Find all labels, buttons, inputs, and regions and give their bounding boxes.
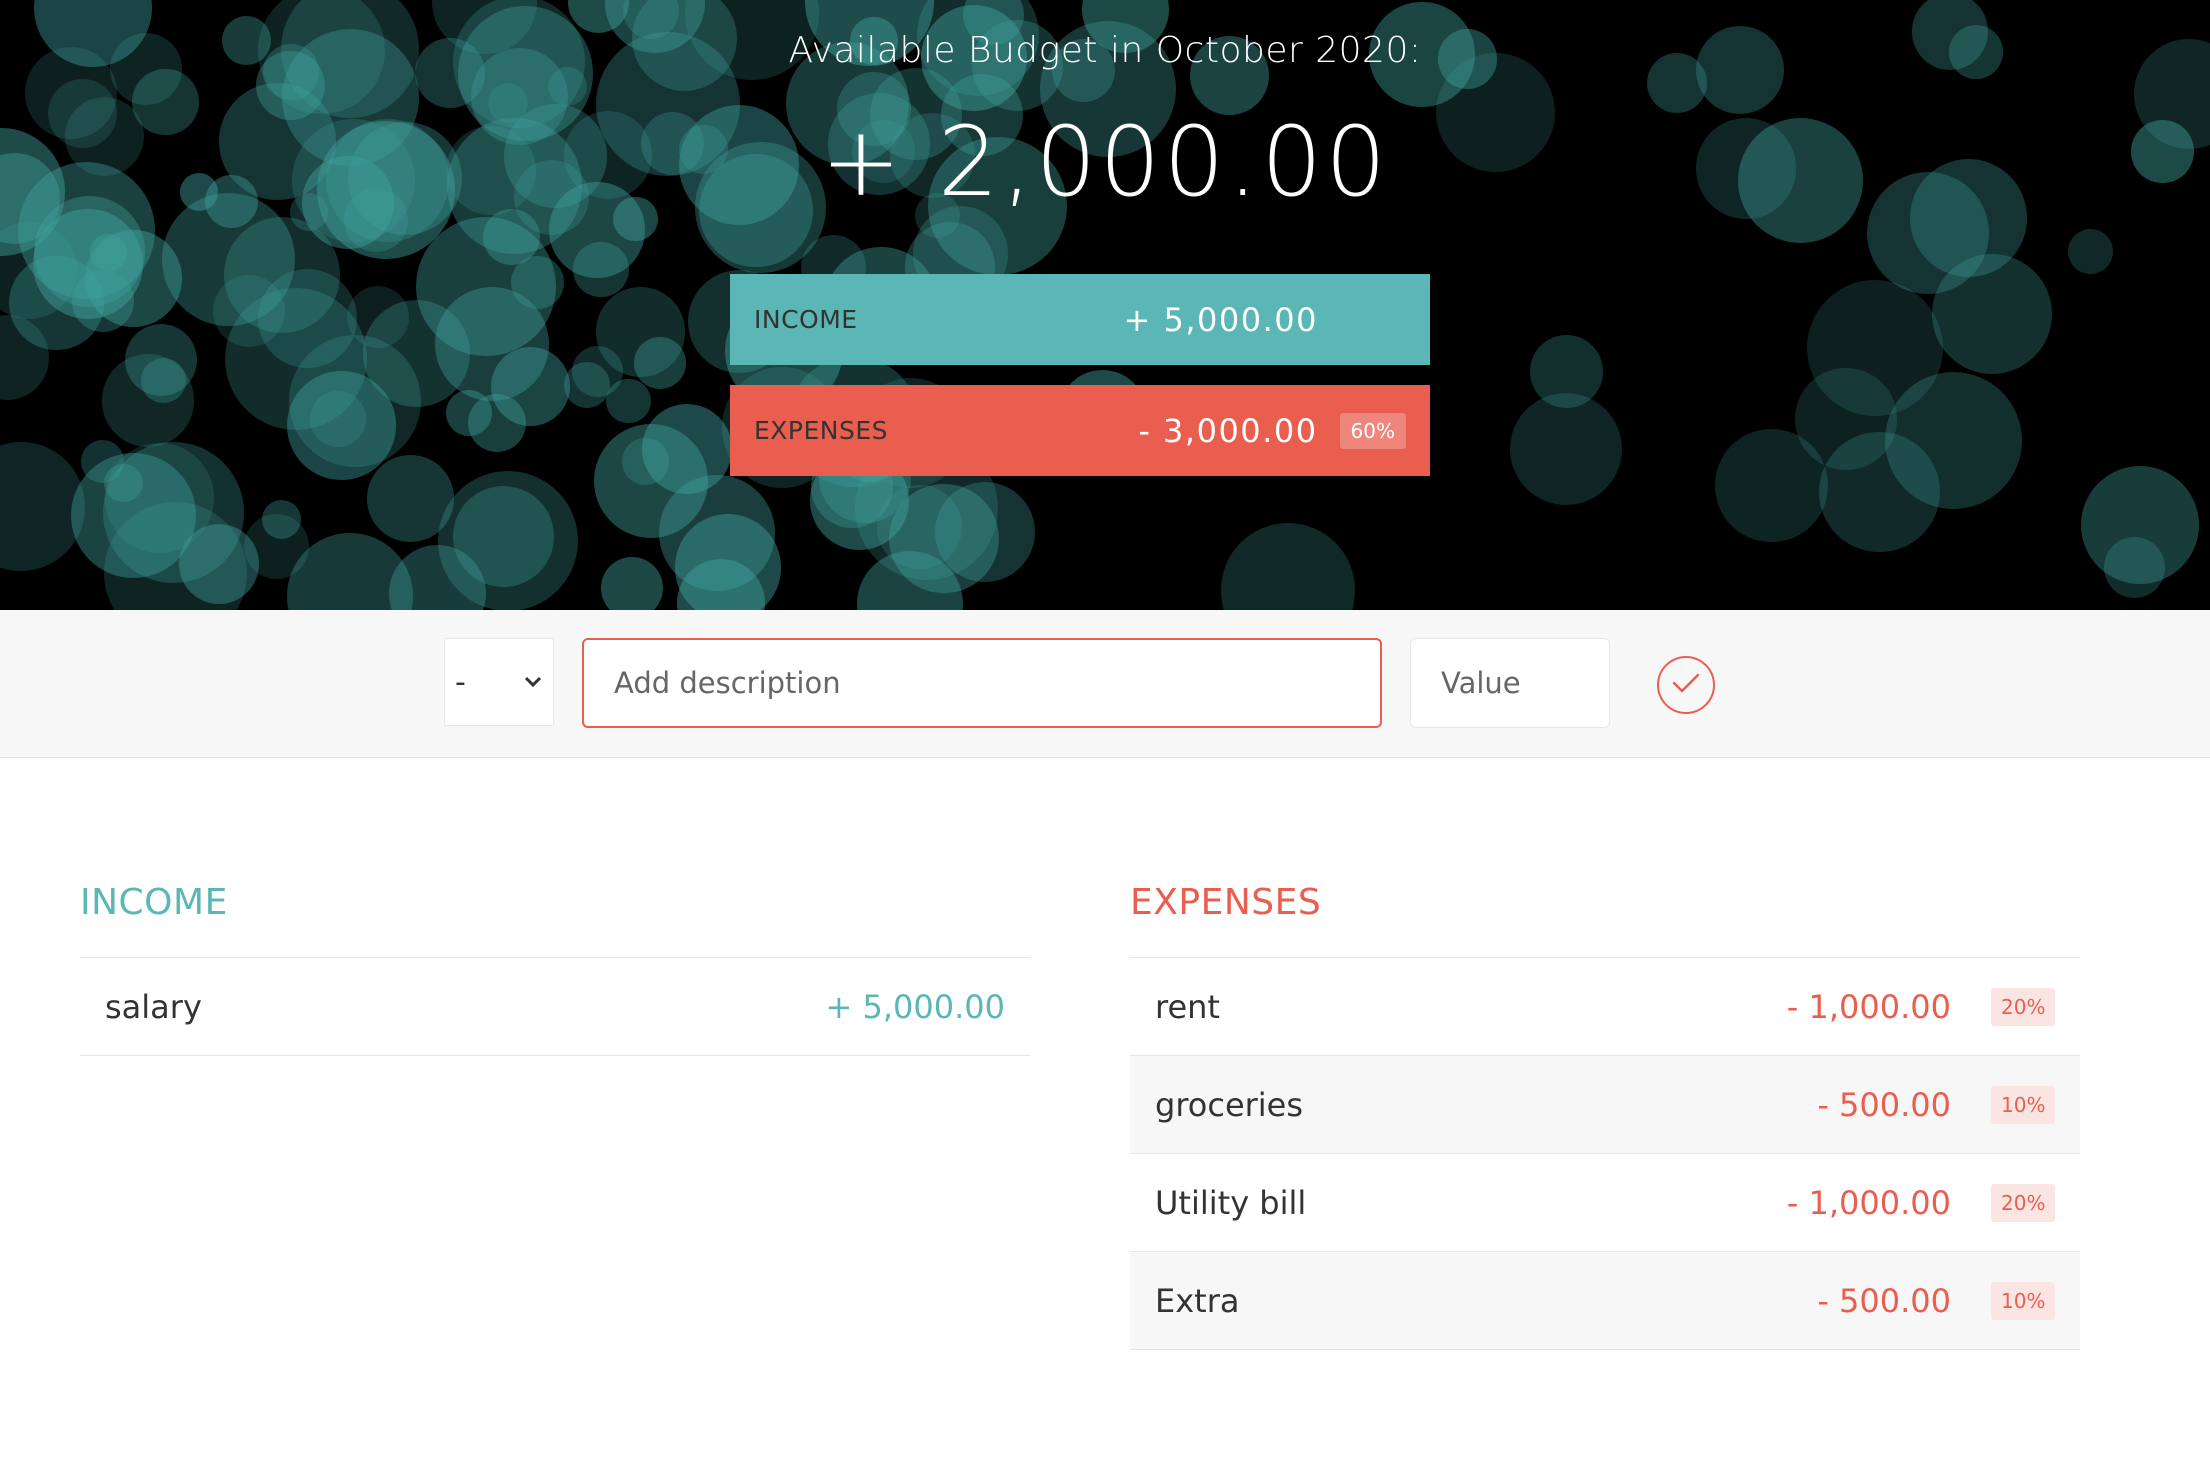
income-summary: INCOME + 5,000.00	[730, 274, 1430, 365]
expense-item-percentage: 10%	[1991, 1085, 2055, 1124]
expense-item-description: Extra	[1155, 1281, 1240, 1320]
type-select[interactable]: -	[444, 638, 554, 726]
budget-title: Available Budget in October 2020:	[788, 30, 1422, 71]
bokeh-circle	[573, 242, 629, 298]
bokeh-circle	[437, 470, 579, 610]
expense-item[interactable]: Extra - 500.00 10%	[1130, 1252, 2080, 1350]
bokeh-circle	[71, 269, 134, 332]
bokeh-circle	[571, 345, 624, 398]
bokeh-circle	[101, 353, 195, 447]
expense-item-description: Utility bill	[1155, 1183, 1307, 1222]
income-list: salary + 5,000.00	[80, 957, 1030, 1056]
bokeh-circle	[104, 463, 144, 503]
income-summary-label: INCOME	[754, 305, 858, 334]
expense-item-value: - 500.00	[1817, 1085, 1951, 1124]
expense-item-value: - 500.00	[1817, 1281, 1951, 1320]
bokeh-circle	[2104, 537, 2166, 599]
add-item-bar: -	[0, 610, 2210, 758]
add-item-button[interactable]	[1657, 656, 1715, 714]
expenses-list-title: EXPENSES	[1130, 882, 1322, 923]
income-item-value: + 5,000.00	[825, 987, 1005, 1026]
expense-item-description: rent	[1155, 987, 1220, 1026]
bokeh-circle	[1819, 431, 1940, 553]
header-section: Available Budget in October 2020: + 2,00…	[0, 0, 2210, 610]
bokeh-circle	[445, 389, 493, 437]
expense-item[interactable]: groceries - 500.00 10%	[1130, 1056, 2080, 1154]
bokeh-circle	[366, 455, 454, 542]
bokeh-circle	[2067, 228, 2114, 275]
expenses-summary-value: - 3,000.00	[1138, 411, 1318, 450]
bokeh-circle	[1715, 429, 1828, 542]
expense-item-percentage: 20%	[1991, 1183, 2055, 1222]
expenses-summary: EXPENSES - 3,000.00 60%	[730, 385, 1430, 476]
type-select-value: -	[455, 664, 466, 700]
income-list-section: INCOME salary + 5,000.00	[80, 880, 1030, 1056]
check-icon	[1671, 671, 1701, 699]
income-item[interactable]: salary + 5,000.00	[80, 958, 1030, 1056]
bokeh-circle	[178, 523, 260, 605]
income-item-description: salary	[105, 987, 202, 1026]
bokeh-circle	[600, 556, 663, 610]
income-list-title: INCOME	[80, 882, 228, 923]
bokeh-circle	[1509, 393, 1622, 506]
expense-item-percentage: 20%	[1991, 987, 2055, 1026]
income-summary-value: + 5,000.00	[1123, 300, 1318, 339]
bokeh-circle	[416, 216, 556, 357]
description-input[interactable]	[582, 638, 1382, 728]
bokeh-circle	[1220, 523, 1356, 610]
expense-item-percentage: 10%	[1991, 1281, 2055, 1320]
expenses-summary-label: EXPENSES	[754, 416, 889, 445]
expenses-list: rent - 1,000.00 20% groceries - 500.00 1…	[1130, 957, 2080, 1350]
expense-item[interactable]: Utility bill - 1,000.00 20%	[1130, 1154, 2080, 1252]
expense-item[interactable]: rent - 1,000.00 20%	[1130, 958, 2080, 1056]
value-input[interactable]	[1410, 638, 1610, 728]
available-budget-value: + 2,000.00	[820, 106, 1390, 218]
expense-item-description: groceries	[1155, 1085, 1304, 1124]
bokeh-circle	[261, 499, 301, 539]
expenses-percentage-badge: 60%	[1339, 412, 1406, 449]
expense-item-value: - 1,000.00	[1786, 1183, 1951, 1222]
expense-item-value: - 1,000.00	[1786, 987, 1951, 1026]
chevron-down-icon	[523, 670, 543, 695]
expenses-list-section: EXPENSES rent - 1,000.00 20% groceries -…	[1130, 880, 2080, 1350]
bokeh-circle	[641, 404, 732, 495]
